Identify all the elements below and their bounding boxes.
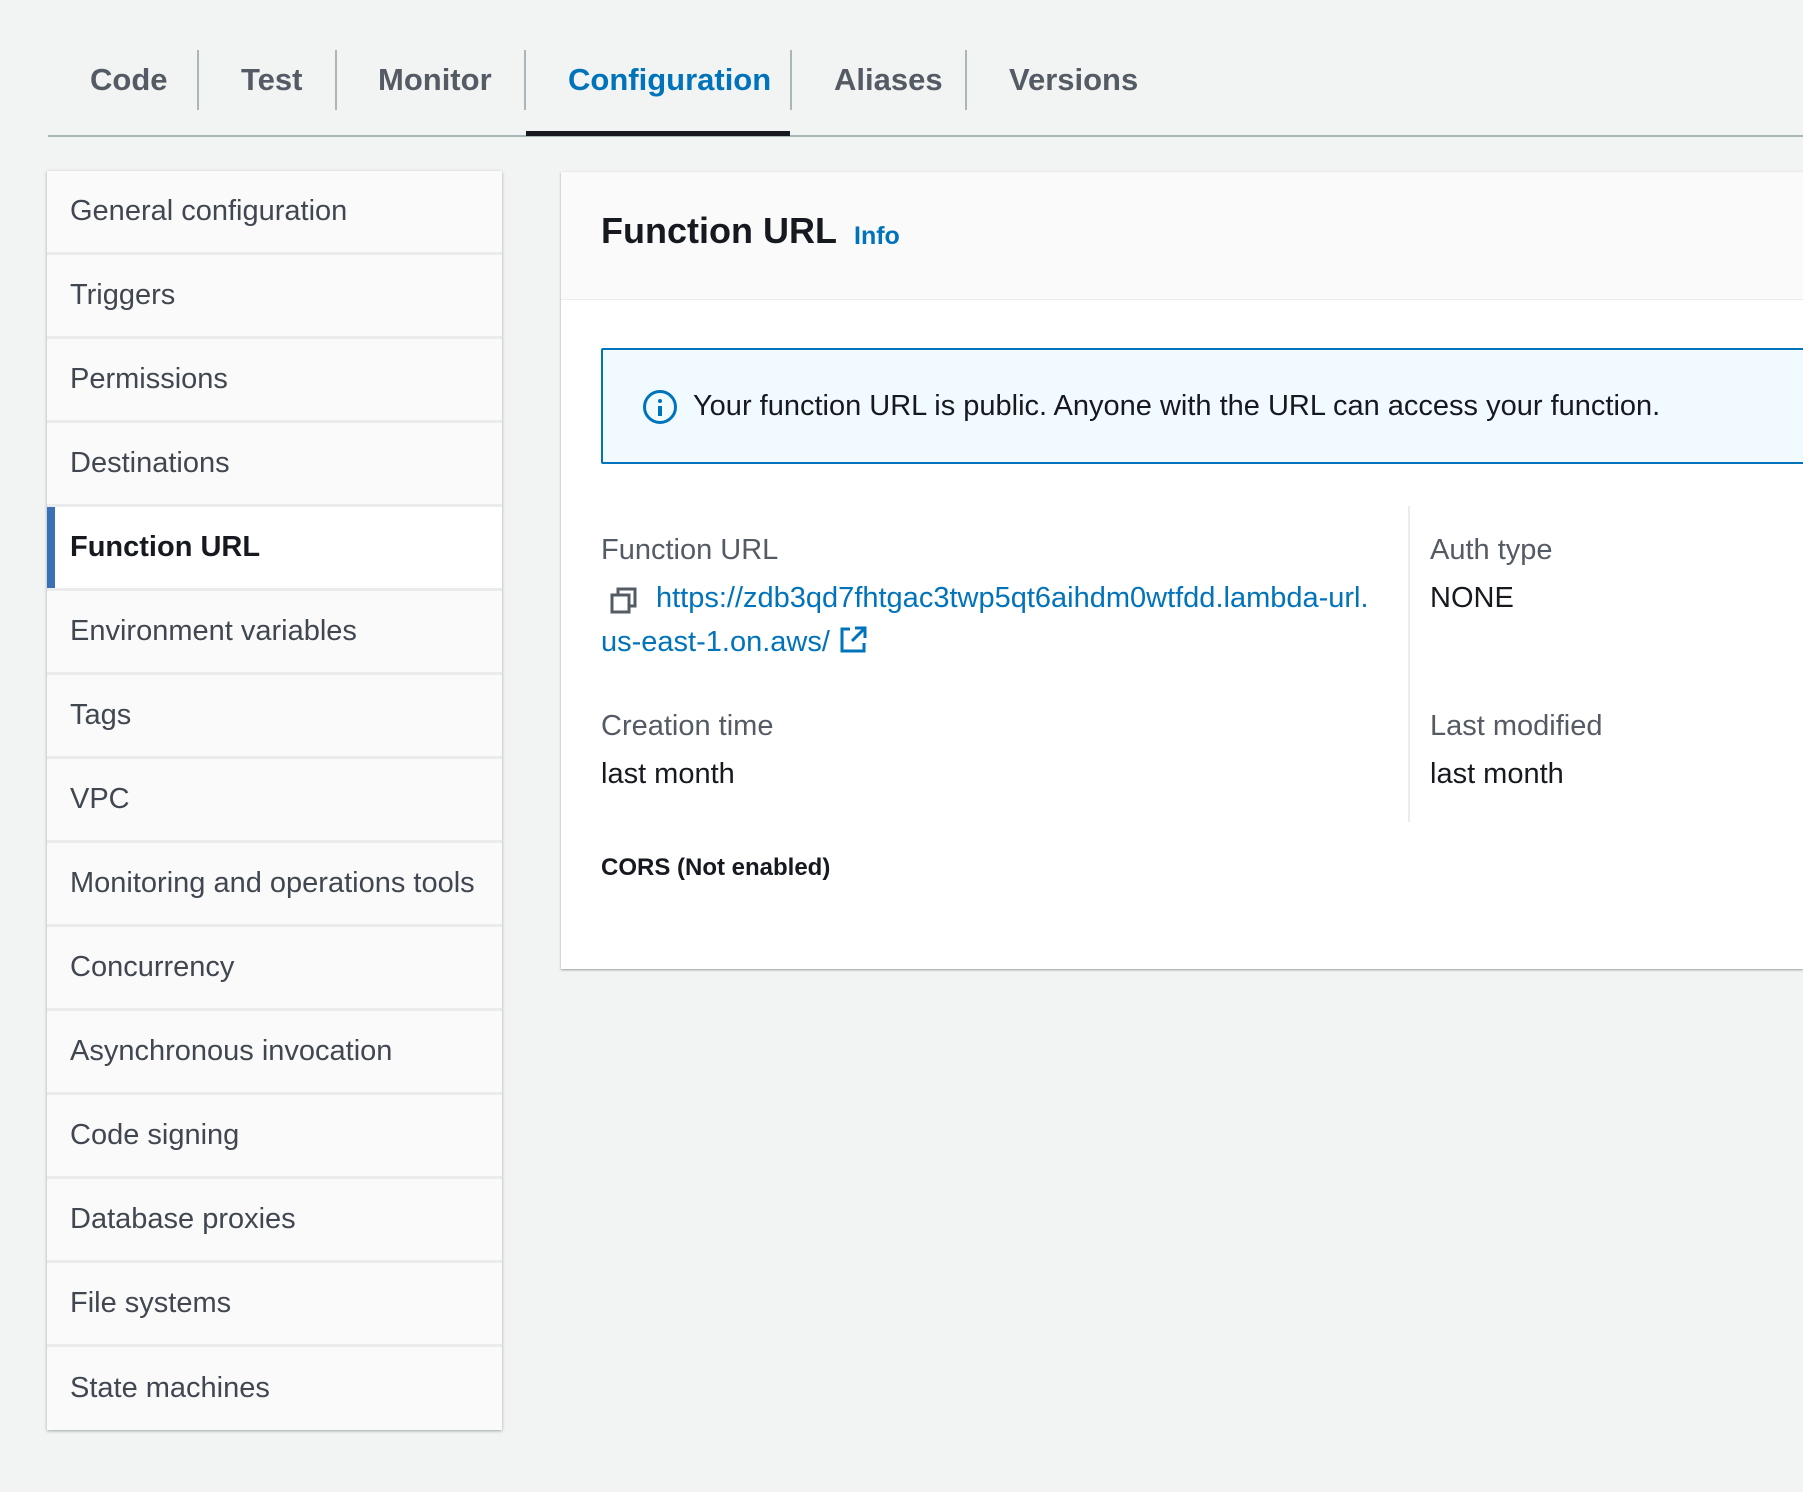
auth-type-label: Auth type bbox=[1430, 534, 1553, 566]
sidebar-item-triggers[interactable]: Triggers bbox=[47, 255, 502, 339]
public-url-alert: Your function URL is public. Anyone with… bbox=[601, 348, 1803, 464]
info-link[interactable]: Info bbox=[854, 222, 900, 251]
sidebar-item-state-machines[interactable]: State machines bbox=[47, 1347, 502, 1430]
function-url-value[interactable]: https://zdb3qd7fhtgac3twp5qt6aihdm0wtfdd… bbox=[601, 582, 1369, 658]
sidebar-item-environment-variables[interactable]: Environment variables bbox=[47, 591, 502, 675]
sidebar-item-permissions[interactable]: Permissions bbox=[47, 339, 502, 423]
panel-header: Function URL Info bbox=[561, 172, 1803, 300]
function-url-label: Function URL bbox=[601, 534, 779, 566]
configuration-sidebar: General configuration Triggers Permissio… bbox=[47, 171, 502, 1430]
external-link-icon[interactable] bbox=[838, 625, 868, 655]
creation-time-value: last month bbox=[601, 758, 735, 790]
sidebar-item-general-configuration[interactable]: General configuration bbox=[47, 171, 502, 255]
tab-code[interactable]: Code bbox=[90, 50, 168, 110]
sidebar-item-database-proxies[interactable]: Database proxies bbox=[47, 1179, 502, 1263]
last-modified-value: last month bbox=[1430, 758, 1564, 790]
tab-separator bbox=[335, 50, 337, 110]
info-circle-icon bbox=[643, 390, 677, 424]
alert-message: Your function URL is public. Anyone with… bbox=[693, 390, 1661, 422]
tab-aliases[interactable]: Aliases bbox=[834, 50, 943, 110]
sidebar-item-function-url[interactable]: Function URL bbox=[47, 507, 502, 591]
tab-separator bbox=[197, 50, 199, 110]
cors-status-label: CORS (Not enabled) bbox=[601, 854, 831, 881]
last-modified-label: Last modified bbox=[1430, 710, 1603, 742]
tab-monitor[interactable]: Monitor bbox=[378, 50, 492, 110]
sidebar-item-file-systems[interactable]: File systems bbox=[47, 1263, 502, 1347]
tab-versions[interactable]: Versions bbox=[1009, 50, 1138, 110]
creation-time-label: Creation time bbox=[601, 710, 774, 742]
active-tab-indicator bbox=[526, 131, 790, 136]
function-url-link[interactable]: https://zdb3qd7fhtgac3twp5qt6aihdm0wtfdd… bbox=[601, 576, 1381, 664]
function-url-panel: Function URL Info Your function URL is p… bbox=[561, 172, 1803, 969]
tab-separator bbox=[965, 50, 967, 110]
sidebar-item-asynchronous-invocation[interactable]: Asynchronous invocation bbox=[47, 1011, 502, 1095]
sidebar-item-destinations[interactable]: Destinations bbox=[47, 423, 502, 507]
sidebar-item-vpc[interactable]: VPC bbox=[47, 759, 502, 843]
sidebar-item-monitoring-and-operations-tools[interactable]: Monitoring and operations tools bbox=[47, 843, 502, 927]
sidebar-item-code-signing[interactable]: Code signing bbox=[47, 1095, 502, 1179]
sidebar-item-tags[interactable]: Tags bbox=[47, 675, 502, 759]
tab-separator bbox=[790, 50, 792, 110]
column-divider bbox=[1408, 506, 1410, 822]
tab-test[interactable]: Test bbox=[241, 50, 302, 110]
sidebar-item-concurrency[interactable]: Concurrency bbox=[47, 927, 502, 1011]
auth-type-value: NONE bbox=[1430, 582, 1514, 614]
tab-configuration[interactable]: Configuration bbox=[568, 50, 771, 110]
panel-title: Function URL bbox=[601, 210, 837, 251]
tab-separator bbox=[524, 50, 526, 110]
tab-bar: Code Test Monitor Configuration Aliases … bbox=[48, 0, 1803, 137]
